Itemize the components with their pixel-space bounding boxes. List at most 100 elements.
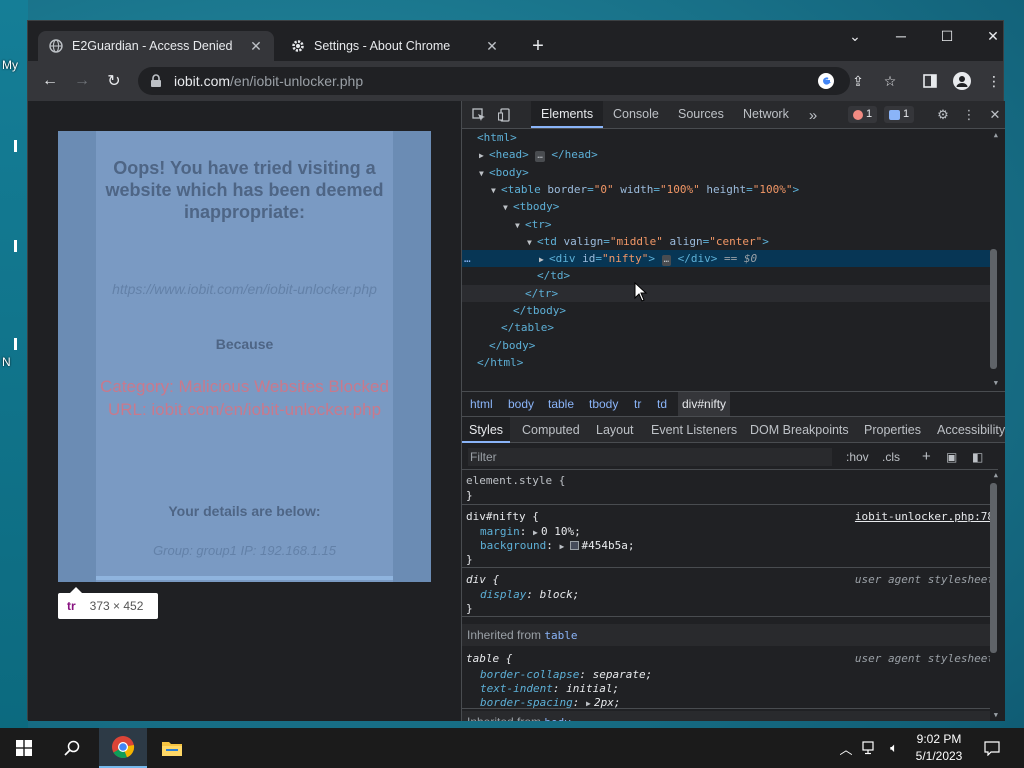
dom-node[interactable]: ▼ <table border="0" width="100%" height="…	[462, 181, 998, 198]
profile-avatar-icon[interactable]	[952, 71, 972, 91]
collapse-triangle-icon[interactable]: ▼	[491, 182, 501, 199]
rule-source-link[interactable]: iobit-unlocker.php:78	[855, 510, 994, 524]
dom-node[interactable]: ▼ <tbody>	[462, 198, 998, 215]
dom-scrollbar[interactable]: ▲ ▼	[990, 129, 998, 391]
collapse-triangle-icon[interactable]: ▼	[503, 199, 513, 216]
minimize-button[interactable]: ─	[878, 21, 924, 51]
breadcrumb-tr[interactable]: tr	[634, 392, 641, 416]
dom-node[interactable]: <html>	[462, 129, 998, 146]
attr-value[interactable]: "middle"	[610, 235, 663, 248]
collapse-triangle-icon[interactable]: ▼	[515, 217, 525, 234]
dom-node[interactable]: ▶ <head> … </head>	[462, 146, 998, 163]
desktop-icon-fragment[interactable]	[14, 338, 17, 350]
toggle-sidebar-icon[interactable]: ◧	[972, 448, 983, 466]
taskbar-chrome[interactable]	[99, 728, 147, 768]
collapsed-content-ellipsis[interactable]: …	[535, 151, 545, 163]
styles-scroll-thumb[interactable]	[990, 483, 997, 653]
forward-arrow-icon[interactable]: →	[70, 69, 94, 93]
rule-selector[interactable]: div {	[466, 573, 499, 587]
inherited-link[interactable]: body	[544, 716, 571, 721]
tab-elements[interactable]: Elements	[531, 101, 604, 128]
cls-toggle[interactable]: .cls	[882, 448, 900, 466]
bookmark-star-icon[interactable]: ☆	[880, 71, 900, 91]
tab-network[interactable]: Network	[733, 101, 799, 128]
desktop-icon-label[interactable]: My	[2, 58, 18, 72]
tab-console[interactable]: Console	[603, 101, 669, 128]
styles-scrollbar[interactable]: ▲ ▼	[990, 471, 998, 721]
paint-bucket-icon[interactable]: ▣	[946, 448, 957, 466]
kebab-menu-icon[interactable]: ⋮	[984, 71, 1004, 91]
error-count-badge[interactable]: 1	[848, 106, 878, 123]
tab-styles[interactable]: Styles	[462, 417, 511, 443]
tab-sources[interactable]: Sources	[668, 101, 734, 128]
tab-dom-breakpoints[interactable]: DOM Breakpoints	[743, 417, 856, 443]
tab-event-listeners[interactable]: Event Listeners	[644, 417, 744, 443]
inherited-link[interactable]: table	[544, 629, 577, 642]
tab-computed[interactable]: Computed	[515, 417, 587, 443]
color-swatch[interactable]	[570, 541, 580, 550]
close-tab-icon[interactable]: ✕	[484, 38, 500, 55]
taskbar-file-explorer[interactable]	[148, 728, 196, 768]
close-devtools-icon[interactable]: ✕	[986, 106, 1004, 124]
share-icon[interactable]: ⇪	[848, 71, 868, 91]
volume-icon[interactable]: 🔈︎	[886, 738, 902, 758]
tab-settings-about-chrome[interactable]: Settings - About Chrome ✕	[280, 31, 510, 61]
tab-search-icon[interactable]: ⌄	[832, 21, 878, 51]
collapse-triangle-icon[interactable]: ▼	[479, 165, 489, 182]
attr-name[interactable]: align	[663, 235, 702, 248]
scroll-down-arrow-icon[interactable]: ▼	[994, 379, 998, 387]
dom-scroll-thumb[interactable]	[990, 249, 997, 369]
breadcrumb-td[interactable]: td	[657, 392, 667, 416]
collapsed-content-ellipsis[interactable]: …	[661, 255, 672, 267]
expand-triangle-icon[interactable]: ▶	[559, 540, 567, 554]
tab-properties[interactable]: Properties	[857, 417, 928, 443]
css-declaration[interactable]: display: block;	[480, 588, 579, 602]
rule-selector[interactable]: table {	[466, 652, 512, 666]
start-button[interactable]	[0, 728, 48, 768]
styles-pane[interactable]: element.style { } div#nifty { iobit-unlo…	[462, 471, 998, 721]
attr-value[interactable]: "center"	[709, 235, 762, 248]
dom-node[interactable]: </tr>	[462, 284, 998, 302]
dom-tree[interactable]: <html> ▶ <head> … </head> ▼ <body> ▼ <table bo…	[462, 129, 998, 391]
attr-name[interactable]: border	[541, 183, 587, 196]
new-rule-plus-icon[interactable]: +	[922, 448, 931, 466]
expand-triangle-icon[interactable]: ▶	[539, 251, 549, 268]
dom-node[interactable]: ▼ <td valign="middle" align="center">	[462, 233, 998, 250]
node-options-icon[interactable]: …	[464, 250, 471, 267]
address-bar[interactable]: iobit.com/en/iobit-unlocker.php	[138, 67, 850, 95]
breadcrumb-html[interactable]: html	[470, 392, 493, 416]
attr-value[interactable]: "nifty"	[602, 252, 648, 265]
scroll-up-arrow-icon[interactable]: ▲	[994, 471, 998, 479]
tab-e2guardian[interactable]: E2Guardian - Access Denied ✕	[38, 31, 274, 61]
hov-toggle[interactable]: :hov	[846, 448, 869, 466]
scroll-down-arrow-icon[interactable]: ▼	[994, 711, 998, 719]
close-window-button[interactable]: ✕	[970, 21, 1016, 51]
tab-accessibility[interactable]: Accessibility	[930, 417, 1012, 443]
devtools-menu-icon[interactable]: ⋮	[960, 106, 978, 124]
notification-center-icon[interactable]	[983, 738, 1001, 758]
css-declaration[interactable]: text-indent: initial;	[480, 682, 619, 696]
dom-node[interactable]: </html>	[462, 354, 998, 371]
settings-gear-icon[interactable]: ⚙	[934, 106, 952, 124]
dom-node[interactable]: ▼ <tr>	[462, 216, 998, 233]
scroll-up-arrow-icon[interactable]: ▲	[994, 131, 998, 139]
expand-triangle-icon[interactable]: ▶	[479, 147, 489, 164]
dom-node[interactable]: ▼ <body>	[462, 164, 998, 181]
breadcrumb-table[interactable]: table	[548, 392, 574, 416]
dom-node[interactable]: </tbody>	[462, 302, 998, 319]
dom-node[interactable]: </body>	[462, 337, 998, 354]
tab-layout[interactable]: Layout	[589, 417, 641, 443]
device-toolbar-icon[interactable]	[496, 106, 514, 124]
desktop-icon-label[interactable]: N	[2, 355, 11, 369]
desktop-icon-fragment[interactable]	[14, 240, 17, 252]
attr-name[interactable]: id	[576, 252, 595, 265]
attr-name[interactable]: height	[700, 183, 746, 196]
dom-node[interactable]: </td>	[462, 267, 998, 284]
breadcrumb-div-nifty[interactable]: div#nifty	[678, 392, 731, 416]
reload-icon[interactable]: ↻	[102, 69, 126, 93]
search-button[interactable]	[48, 728, 96, 768]
styles-filter-input[interactable]: Filter	[468, 448, 832, 466]
breadcrumb-tbody[interactable]: tbody	[589, 392, 618, 416]
more-tabs-icon[interactable]: »	[804, 106, 822, 124]
message-count-badge[interactable]: 1	[884, 106, 915, 123]
